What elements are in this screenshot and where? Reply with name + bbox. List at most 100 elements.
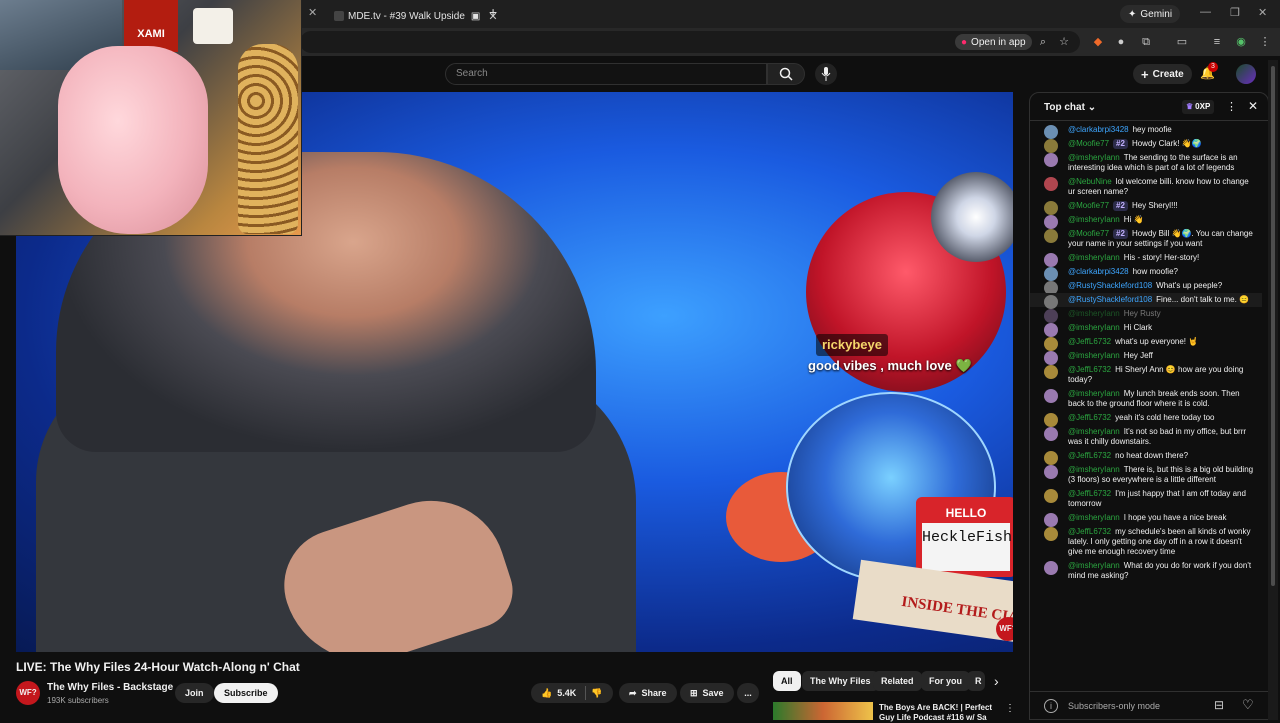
- heart-react-icon[interactable]: ♡: [1242, 697, 1254, 713]
- chat-message[interactable]: @JeffL6732 yeah it's cold here today too: [1030, 411, 1262, 427]
- chat-author[interactable]: @clarkabrpi3428: [1068, 125, 1129, 134]
- chat-message[interactable]: @JeffL6732 what's up everyone! 🤘: [1030, 335, 1262, 351]
- channel-name[interactable]: The Why Files - Backstage: [47, 682, 173, 693]
- chat-message[interactable]: @imsheryIann Hey Rusty: [1030, 307, 1262, 323]
- chat-author[interactable]: @Moofie77: [1068, 201, 1109, 210]
- chat-message[interactable]: @imsheryIann The sending to the surface i…: [1030, 151, 1262, 175]
- chat-author[interactable]: @RustyShackleford108: [1068, 295, 1152, 304]
- chat-author[interactable]: @JeffL6732: [1068, 527, 1111, 536]
- gemini-button[interactable]: ✦ Gemini: [1120, 5, 1181, 23]
- recommended-title[interactable]: The Boys Are BACK! | Perfect Guy Life Po…: [879, 703, 999, 723]
- chat-author[interactable]: @JeffL6732: [1068, 451, 1111, 460]
- chat-message[interactable]: @imsheryIann Hi 👋: [1030, 213, 1262, 229]
- chip-partial[interactable]: R: [967, 671, 985, 691]
- like-count[interactable]: 5.4K: [557, 688, 576, 698]
- search-button[interactable]: [767, 63, 805, 85]
- xp-badge[interactable]: ♛ 0XP: [1182, 100, 1215, 114]
- chat-message[interactable]: @JeffL6732 no heat down there?: [1030, 449, 1262, 465]
- new-tab-button[interactable]: +: [489, 4, 497, 20]
- browser-tab[interactable]: MDE.tv - #39 Walk Upside ▣ ✕: [334, 4, 498, 28]
- chat-author[interactable]: @clarkabrpi3428: [1068, 267, 1129, 276]
- minimize-icon[interactable]: —: [1200, 6, 1211, 18]
- extension2-icon[interactable]: ●: [1114, 35, 1128, 49]
- chat-author[interactable]: @imsheryIann: [1068, 215, 1120, 224]
- chat-message[interactable]: @NebuNine lol welcome billi. know how to …: [1030, 175, 1262, 199]
- chat-avatar[interactable]: [1044, 177, 1058, 191]
- chat-author[interactable]: @JeffL6732: [1068, 337, 1111, 346]
- chat-message[interactable]: @imsheryIann His - story! Her-story!: [1030, 251, 1262, 267]
- chat-author[interactable]: @Moofie77: [1068, 229, 1109, 238]
- chat-message[interactable]: @JeffL6732 my schedule's been all kinds o…: [1030, 525, 1262, 559]
- chat-avatar[interactable]: [1044, 153, 1058, 167]
- chat-message[interactable]: @Moofie77 #2 Hey Sheryl!!!: [1030, 199, 1262, 215]
- top-chat-dropdown[interactable]: Top chat ⌄: [1044, 102, 1096, 113]
- chat-avatar[interactable]: [1044, 465, 1058, 479]
- chat-message[interactable]: @JeffL6732 I'm just happy that I am off t…: [1030, 487, 1262, 511]
- chat-author[interactable]: @imsheryIann: [1068, 351, 1120, 360]
- chat-author[interactable]: @imsheryIann: [1068, 465, 1120, 474]
- chat-avatar[interactable]: [1044, 489, 1058, 503]
- save-button[interactable]: ⊞ Save: [680, 683, 734, 703]
- chat-avatar[interactable]: [1044, 389, 1058, 403]
- thumbs-down-icon[interactable]: 👎: [591, 688, 602, 699]
- chip-for-you[interactable]: For you: [921, 671, 970, 691]
- close-tab-icon[interactable]: ✕: [308, 6, 317, 19]
- chat-author[interactable]: @JeffL6732: [1068, 489, 1111, 498]
- chat-avatar[interactable]: [1044, 527, 1058, 541]
- chat-message[interactable]: @Moofie77 #2 Howdy Bill 👋🌍. You can change…: [1030, 227, 1262, 251]
- media-controls-icon[interactable]: ≡: [1210, 35, 1224, 49]
- join-button[interactable]: Join: [175, 683, 214, 703]
- close-window-icon[interactable]: ✕: [1258, 6, 1267, 19]
- chat-author[interactable]: @imsheryIann: [1068, 153, 1120, 162]
- chat-author[interactable]: @RustyShackleford108: [1068, 281, 1152, 290]
- chat-message[interactable]: @imsheryIann There is, but this is a big …: [1030, 463, 1262, 487]
- chat-author[interactable]: @imsheryIann: [1068, 561, 1120, 570]
- chat-avatar[interactable]: [1044, 561, 1058, 575]
- restore-icon[interactable]: ❐: [1230, 6, 1240, 19]
- page-scrollbar-thumb[interactable]: [1271, 66, 1275, 586]
- chat-author[interactable]: @imsheryIann: [1068, 427, 1120, 436]
- chat-author[interactable]: @JeffL6732: [1068, 413, 1111, 422]
- bookmark-star-icon[interactable]: ☆: [1057, 35, 1071, 49]
- extension-icon[interactable]: ◆: [1091, 35, 1105, 49]
- cast-icon[interactable]: ▭: [1175, 35, 1189, 49]
- extensions-puzzle-icon[interactable]: ⧉: [1139, 35, 1153, 49]
- chat-author[interactable]: @imsheryIann: [1068, 389, 1120, 398]
- chat-message[interactable]: @JeffL6732 Hi Sheryl Ann 😊 how are you do…: [1030, 363, 1262, 387]
- profile-icon[interactable]: ◉: [1234, 35, 1248, 49]
- zoom-icon[interactable]: ⌕: [1036, 35, 1050, 49]
- info-icon[interactable]: i: [1044, 699, 1058, 713]
- chat-message[interactable]: @imsheryIann What do you do for work if y…: [1030, 559, 1262, 583]
- recommended-thumbnail[interactable]: [773, 702, 873, 720]
- chat-author[interactable]: @Moofie77: [1068, 139, 1109, 148]
- chat-author[interactable]: @JeffL6732: [1068, 365, 1111, 374]
- chat-author[interactable]: @imsheryIann: [1068, 253, 1120, 262]
- chat-author[interactable]: @imsheryIann: [1068, 309, 1120, 318]
- chat-message-list[interactable]: @clarkabrpi3428 hey moofie @Moofie77 #2 Howd…: [1030, 123, 1262, 683]
- create-button[interactable]: + Create: [1133, 64, 1192, 84]
- thumbs-up-icon[interactable]: 👍: [541, 688, 552, 699]
- super-chat-icon[interactable]: ⊟: [1214, 698, 1224, 712]
- chat-message[interactable]: @clarkabrpi3428 how moofie?: [1030, 265, 1262, 281]
- voice-search-button[interactable]: [815, 63, 837, 85]
- search-input[interactable]: Search: [445, 63, 767, 85]
- more-actions-button[interactable]: ...: [737, 683, 759, 703]
- chat-avatar[interactable]: [1044, 427, 1058, 441]
- channel-avatar[interactable]: WF?: [16, 681, 40, 705]
- chat-message[interactable]: @imsheryIann Hi Clark: [1030, 321, 1262, 337]
- chip-related[interactable]: Related: [873, 671, 922, 691]
- chat-avatar[interactable]: [1044, 365, 1058, 379]
- close-chat-icon[interactable]: ✕: [1248, 99, 1258, 113]
- chat-message[interactable]: @RustyShackleford108 Fine... don't talk t…: [1030, 293, 1262, 309]
- chat-message[interactable]: @imsheryIann My lunch break ends soon. Th…: [1030, 387, 1262, 411]
- chat-message[interactable]: @clarkabrpi3428 hey moofie: [1030, 123, 1262, 139]
- chat-avatar[interactable]: [1044, 229, 1058, 243]
- browser-menu-icon[interactable]: ⋮: [1258, 35, 1272, 49]
- chat-author[interactable]: @imsheryIann: [1068, 323, 1120, 332]
- chip-all[interactable]: All: [773, 671, 801, 691]
- chat-author[interactable]: @imsheryIann: [1068, 513, 1120, 522]
- chat-message[interactable]: @RustyShackleford108 What's up peeple?: [1030, 279, 1262, 295]
- chat-message[interactable]: @imsheryIann It's not so bad in my office…: [1030, 425, 1262, 449]
- subscribe-button[interactable]: Subscribe: [214, 683, 278, 703]
- open-in-app-button[interactable]: ● Open in app: [955, 34, 1032, 50]
